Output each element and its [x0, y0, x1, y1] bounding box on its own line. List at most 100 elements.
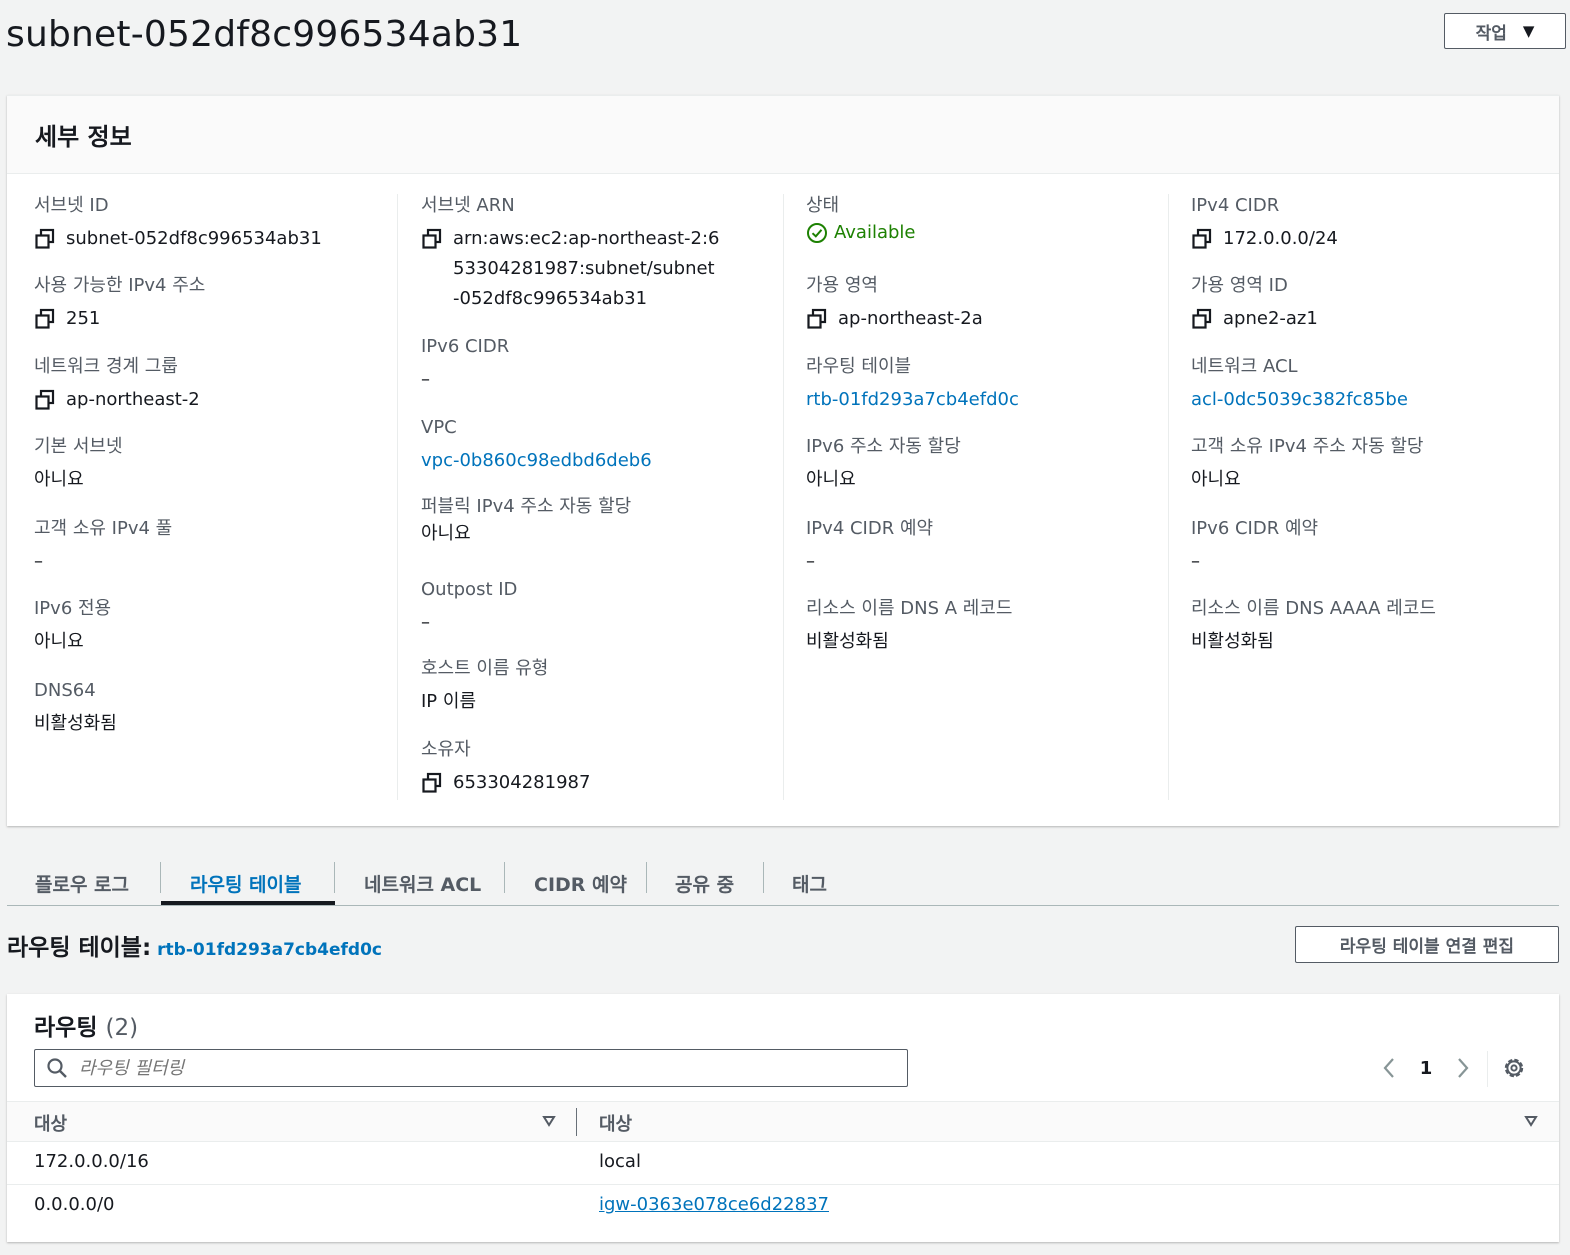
- ipv6-only-value: 아니요: [34, 631, 84, 652]
- field-available-ipv4: 사용 가능한 IPv4 주소 251: [34, 274, 205, 334]
- field-label: IPv4 CIDR: [1191, 195, 1280, 216]
- customer-owned-pool-value: –: [34, 551, 43, 572]
- field-label: 기본 서브넷: [34, 436, 123, 457]
- ipv6-cidr-reservation-value: –: [1191, 551, 1200, 572]
- copy-icon[interactable]: [421, 772, 443, 794]
- page-title: subnet-052df8c996534ab31: [6, 14, 523, 55]
- tab-tags[interactable]: 태그: [792, 862, 827, 904]
- tab-route-table[interactable]: 라우팅 테이블: [190, 862, 302, 904]
- tab-divider: [646, 862, 647, 893]
- hostname-type-value: IP 이름: [421, 691, 477, 712]
- table-row: 172.0.0.0/16 local: [7, 1142, 1559, 1185]
- tab-network-acl[interactable]: 네트워크 ACL: [364, 862, 481, 904]
- field-value: 172.0.0.0/24: [1191, 224, 1338, 254]
- active-tab-indicator: [161, 901, 335, 905]
- route-table-id-link[interactable]: rtb-01fd293a7cb4efd0c: [157, 940, 382, 960]
- field-subnet-id: 서브넷 ID subnet-052df8c996534ab31: [34, 194, 322, 254]
- field-label: 상태: [806, 195, 840, 216]
- field-dns-aaaa-record: 리소스 이름 DNS AAAA 레코드 비활성화됨: [1191, 597, 1436, 657]
- field-outpost-id: Outpost ID –: [421, 578, 517, 638]
- sort-down-icon[interactable]: [1524, 1114, 1538, 1128]
- field-label: 사용 가능한 IPv4 주소: [34, 275, 206, 296]
- network-acl-link[interactable]: acl-0dc5039c382fc85be: [1191, 385, 1408, 415]
- ipv6-cidr-value: –: [421, 369, 430, 390]
- copy-icon[interactable]: [806, 308, 828, 330]
- tab-flow-logs[interactable]: 플로우 로그: [35, 862, 129, 904]
- field-label: 고객 소유 IPv4 풀: [34, 518, 173, 539]
- outpost-id-value: –: [421, 612, 430, 633]
- details-column-3: 상태 Available 가용 영역 ap-northeast-2a 라우팅 테…: [783, 194, 1168, 800]
- route-table-link[interactable]: rtb-01fd293a7cb4efd0c: [806, 385, 1019, 415]
- copy-icon[interactable]: [421, 228, 443, 250]
- pagination: 1: [1377, 1054, 1475, 1082]
- field-value: 653304281987: [421, 768, 590, 798]
- routes-title: 라우팅 (2): [34, 1008, 138, 1042]
- field-customer-owned-auto: 고객 소유 IPv4 주소 자동 할당 아니요: [1191, 435, 1423, 495]
- ipv4-cidr-value: 172.0.0.0/24: [1223, 228, 1338, 249]
- dns64-value: 비활성화됨: [34, 713, 117, 734]
- field-label: 소유자: [421, 739, 471, 760]
- tab-divider: [763, 862, 764, 893]
- field-value: apne2-az1: [1191, 304, 1318, 334]
- check-circle-icon: [807, 223, 827, 243]
- field-label: VPC: [421, 417, 457, 438]
- vpc-link[interactable]: vpc-0b860c98edbd6deb6: [421, 446, 652, 476]
- state-value: Available: [834, 222, 916, 243]
- column-header-target[interactable]: 대상: [599, 1110, 632, 1136]
- field-az-id: 가용 영역 ID apne2-az1: [1191, 274, 1318, 334]
- sort-down-icon[interactable]: [542, 1114, 556, 1128]
- gear-icon[interactable]: [1501, 1055, 1527, 1081]
- field-label: 네트워크 ACL: [1191, 356, 1298, 377]
- details-header: 세부 정보: [7, 96, 1559, 174]
- copy-icon[interactable]: [1191, 228, 1213, 250]
- route-table-heading-label: 라우팅 테이블:: [7, 935, 152, 961]
- field-label: 고객 소유 IPv4 주소 자동 할당: [1191, 436, 1424, 457]
- copy-icon[interactable]: [34, 308, 56, 330]
- actions-label: 작업: [1475, 23, 1507, 44]
- routes-filter[interactable]: [34, 1049, 908, 1087]
- field-value: ap-northeast-2a: [806, 304, 983, 334]
- tab-divider: [334, 862, 335, 893]
- field-hostname-type: 호스트 이름 유형 IP 이름: [421, 657, 548, 717]
- customer-owned-auto-value: 아니요: [1191, 469, 1241, 490]
- actions-button[interactable]: 작업 ▼: [1444, 13, 1566, 49]
- field-subnet-arn: 서브넷 ARN arn:aws:ec2:ap-northeast-2:65330…: [421, 194, 721, 314]
- column-header-destination[interactable]: 대상: [34, 1110, 67, 1136]
- chevron-right-icon[interactable]: [1451, 1054, 1475, 1082]
- route-destination: 0.0.0.0/0: [34, 1194, 115, 1215]
- search-icon: [47, 1058, 67, 1078]
- tab-sharing[interactable]: 공유 중: [675, 862, 734, 904]
- copy-icon[interactable]: [34, 389, 56, 411]
- ipv4-cidr-reservation-value: –: [806, 551, 815, 572]
- chevron-left-icon[interactable]: [1377, 1054, 1401, 1082]
- route-target-link[interactable]: igw-0363e078ce6d22837: [599, 1194, 829, 1215]
- available-ipv4-value: 251: [66, 308, 101, 329]
- page-number[interactable]: 1: [1401, 1058, 1451, 1079]
- dns-a-record-value: 비활성화됨: [806, 631, 889, 652]
- tab-divider: [504, 862, 505, 893]
- field-ipv6-cidr-reservation: IPv6 CIDR 예약 –: [1191, 517, 1318, 577]
- subnet-id-value: subnet-052df8c996534ab31: [66, 228, 322, 249]
- edit-route-table-association-button[interactable]: 라우팅 테이블 연결 편집: [1295, 926, 1559, 963]
- route-destination: 172.0.0.0/16: [34, 1151, 149, 1172]
- field-state: 상태 Available: [806, 194, 915, 248]
- field-label: 네트워크 경계 그룹: [34, 356, 178, 377]
- field-public-ipv4-auto: 퍼블릭 IPv4 주소 자동 할당 아니요: [421, 495, 631, 549]
- column-divider[interactable]: [576, 1108, 577, 1136]
- field-label: 서브넷 ARN: [421, 195, 515, 216]
- field-network-acl: 네트워크 ACL acl-0dc5039c382fc85be: [1191, 355, 1408, 415]
- routes-title-label: 라우팅: [34, 1015, 98, 1041]
- tab-cidr-reservations[interactable]: CIDR 예약: [534, 862, 627, 904]
- copy-icon[interactable]: [34, 228, 56, 250]
- field-ipv4-cidr-reservation: IPv4 CIDR 예약 –: [806, 517, 933, 577]
- field-label: IPv6 주소 자동 할당: [806, 436, 961, 457]
- field-value: ap-northeast-2: [34, 385, 200, 415]
- field-ipv4-cidr: IPv4 CIDR 172.0.0.0/24: [1191, 194, 1338, 254]
- search-input[interactable]: [79, 1057, 879, 1079]
- details-column-1: 서브넷 ID subnet-052df8c996534ab31 사용 가능한 I…: [7, 194, 392, 800]
- field-label: DNS64: [34, 680, 96, 701]
- network-border-group-value: ap-northeast-2: [66, 389, 200, 410]
- copy-icon[interactable]: [1191, 308, 1213, 330]
- field-label: 리소스 이름 DNS AAAA 레코드: [1191, 598, 1436, 619]
- routes-count: (2): [105, 1015, 139, 1041]
